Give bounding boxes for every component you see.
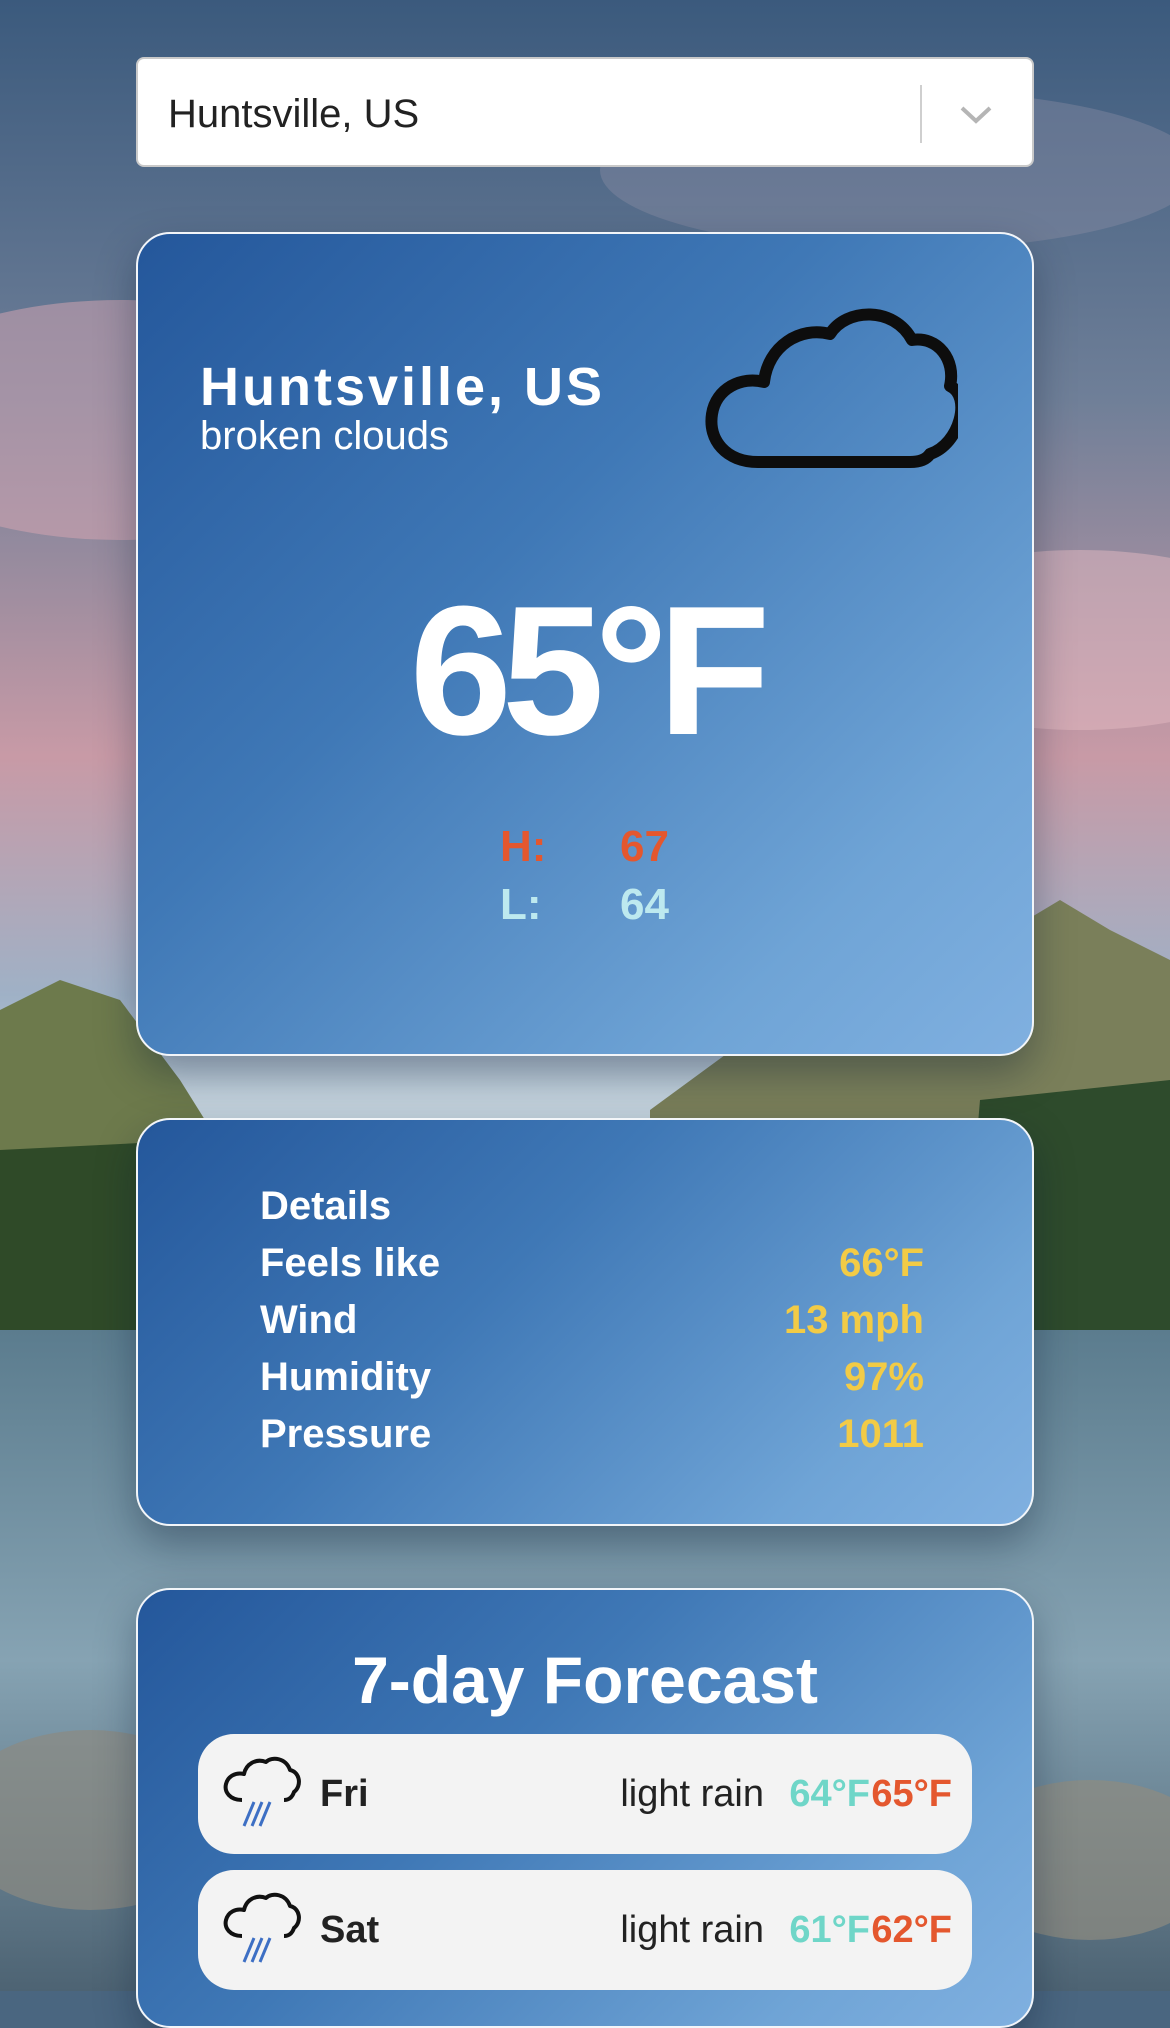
detail-label: Wind [260,1298,358,1342]
current-temperature: 65°F [409,567,771,773]
detail-row-wind: Wind 13 mph [260,1298,924,1355]
low-label: L: [500,880,542,929]
forecast-low: 61°F [789,1909,870,1951]
forecast-card: 7-day Forecast Fri light rain 64°F 65°F … [136,1588,1034,2028]
forecast-title: 7-day Forecast [352,1643,818,1717]
chevron-down-icon[interactable] [956,99,996,129]
high-value: 67 [620,822,669,871]
details-title-row: Details [260,1184,924,1241]
forecast-high: 62°F [871,1909,952,1951]
low-value: 64 [620,880,669,929]
forecast-description: light rain [620,1909,764,1951]
details-title: Details [260,1184,392,1228]
forecast-low: 64°F [789,1773,870,1815]
location-select[interactable]: Huntsville, US [136,57,1034,167]
high-row: H: 67 [500,822,669,880]
cloud-icon [705,308,958,468]
detail-label: Feels like [260,1241,441,1285]
detail-value: 13 mph [783,1298,924,1342]
current-description: broken clouds [200,414,450,458]
forecast-high: 65°F [871,1773,952,1815]
current-weather-card: Huntsville, US broken clouds 65°F H: 67 L… [136,232,1034,1056]
high-low-block: H: 67 L: 64 [500,822,669,938]
detail-value: 66°F [839,1241,924,1285]
detail-value: 97% [843,1355,924,1399]
location-select-value: Huntsville, US [168,92,420,136]
rain-cloud-icon [223,1892,301,1963]
forecast-row-fri[interactable]: Fri light rain 64°F 65°F [198,1734,972,1854]
high-label: H: [500,822,547,871]
forecast-day: Fri [320,1773,369,1815]
forecast-day: Sat [320,1909,380,1951]
detail-row-humidity: Humidity 97% [260,1355,924,1412]
detail-label: Pressure [260,1412,432,1456]
detail-row-pressure: Pressure 1011 [260,1412,924,1469]
detail-value: 1011 [837,1412,924,1456]
rain-cloud-icon [223,1756,301,1827]
low-row: L: 64 [500,880,669,938]
detail-label: Humidity [260,1355,432,1399]
forecast-row-sat[interactable]: Sat light rain 61°F 62°F [198,1870,972,1990]
details-card: Details Feels like 66°F Wind 13 mph Humi… [136,1118,1034,1526]
details-list: Details Feels like 66°F Wind 13 mph Humi… [260,1184,924,1469]
detail-row-feels-like: Feels like 66°F [260,1241,924,1298]
forecast-description: light rain [620,1773,764,1815]
current-city: Huntsville, US [200,357,606,417]
select-separator [920,85,922,143]
